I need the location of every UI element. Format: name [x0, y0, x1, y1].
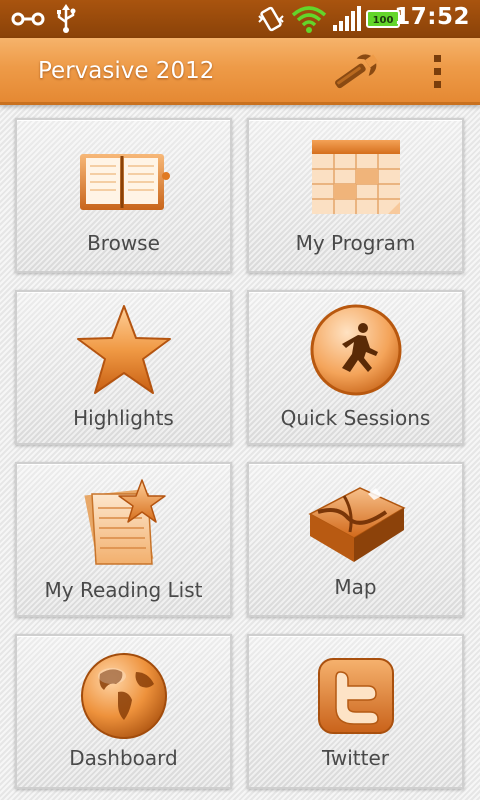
overflow-menu-icon: [434, 55, 441, 88]
tile-label: My Reading List: [44, 578, 203, 602]
calendar-icon: [311, 140, 400, 214]
battery-level: 100: [373, 15, 394, 26]
action-bar: Pervasive 2012: [0, 38, 480, 105]
tile-label: Quick Sessions: [280, 406, 431, 430]
tile-label: Highlights: [73, 406, 174, 430]
my-reading-list-tile[interactable]: My Reading List: [15, 462, 232, 617]
map-icon: [307, 487, 406, 562]
status-clock: 17:52: [394, 4, 470, 30]
wrench-icon: [335, 54, 379, 89]
tile-label: Twitter: [321, 746, 390, 770]
tile-label: Dashboard: [69, 746, 178, 770]
reading-list-icon: [83, 479, 166, 565]
twitter-tile[interactable]: Twitter: [247, 634, 464, 789]
map-tile[interactable]: Map: [247, 462, 464, 617]
signal-icon: [333, 6, 361, 31]
tile-label: My Program: [295, 231, 416, 255]
link-icon: [11, 12, 45, 26]
settings-button[interactable]: [326, 48, 384, 96]
usb-icon: [57, 4, 76, 33]
twitter-icon: [317, 658, 394, 734]
globe-icon: [80, 653, 167, 739]
quick-sessions-tile[interactable]: Quick Sessions: [247, 290, 464, 445]
browse-tile[interactable]: Browse: [15, 118, 232, 273]
runner-icon: [310, 304, 401, 396]
star-icon: [76, 305, 171, 394]
overflow-menu-button[interactable]: [420, 48, 456, 96]
tile-label: Map: [334, 575, 377, 599]
my-program-tile[interactable]: My Program: [247, 118, 464, 273]
highlights-tile[interactable]: Highlights: [15, 290, 232, 445]
tile-label: Browse: [87, 231, 160, 255]
book-icon: [79, 154, 170, 210]
app-title: Pervasive 2012: [38, 58, 215, 84]
status-bar: 100 17:52: [0, 0, 480, 38]
vibrate-icon: [258, 6, 284, 32]
wifi-icon: [291, 6, 327, 33]
dashboard-tile[interactable]: Dashboard: [15, 634, 232, 789]
